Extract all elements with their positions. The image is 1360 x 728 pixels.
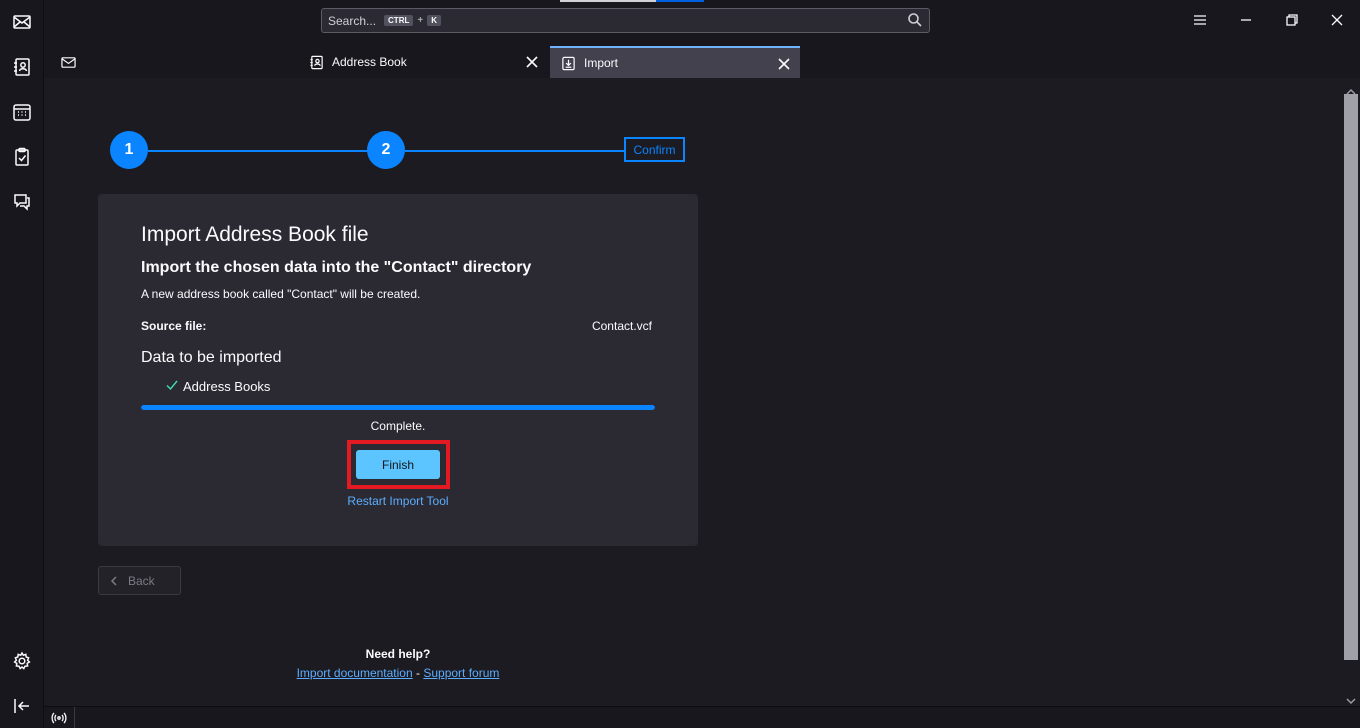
step-1: 1 [110, 131, 148, 169]
chat-icon [14, 194, 30, 211]
support-forum-link[interactable]: Support forum [423, 666, 499, 680]
shortcut-key-ctrl: CTRL [384, 15, 414, 26]
status-bar [44, 706, 1360, 728]
minimize-icon [1241, 19, 1251, 21]
collapse-toolbar-button[interactable] [8, 692, 36, 720]
title-bar: Search... CTRL + K [44, 0, 1360, 42]
mail-space-button[interactable] [8, 8, 36, 36]
stepper-line [148, 150, 368, 152]
restart-import-link[interactable]: Restart Import Tool [98, 494, 698, 508]
step-2: 2 [367, 131, 405, 169]
online-status-icon[interactable] [50, 710, 68, 726]
addressbook-tab-icon [60, 54, 76, 70]
status-text: Complete. [370, 419, 426, 433]
addressbook-icon [14, 58, 30, 76]
back-label: Back [128, 573, 155, 588]
minimize-button[interactable] [1232, 8, 1260, 32]
chat-space-button[interactable] [8, 188, 36, 216]
close-icon [1331, 14, 1343, 26]
page-title: Import Address Book file [141, 223, 369, 246]
import-item-address-books: Address Books [183, 379, 271, 394]
source-file-value: Contact.vcf [591, 319, 652, 333]
shortcut-plus: + [417, 15, 424, 26]
tab-label: Address Book [332, 55, 407, 69]
collapse-left-icon [14, 699, 29, 713]
calendar-space-button[interactable] [8, 98, 36, 126]
scrollbar[interactable] [1342, 78, 1360, 706]
import-summary-card: Import Address Book file Import the chos… [98, 194, 698, 546]
addressbook-icon [308, 54, 324, 70]
search-icon[interactable] [907, 12, 923, 28]
settings-button[interactable] [8, 647, 36, 675]
close-tab-button[interactable] [524, 54, 540, 70]
checkmark-icon [165, 377, 179, 391]
tab-bar: Address Book Import [44, 42, 1360, 78]
help-links: Import documentation - Support forum [248, 666, 548, 680]
tasks-space-button[interactable] [8, 143, 36, 171]
spaces-toolbar [0, 0, 44, 728]
app-menu-button[interactable] [1186, 8, 1214, 32]
import-documentation-link[interactable]: Import documentation [297, 666, 413, 680]
mail-icon [13, 15, 31, 29]
help-separator: - [416, 666, 420, 680]
restore-button[interactable] [1278, 8, 1306, 32]
import-subtitle: Import the chosen data into the "Contact… [141, 259, 532, 276]
search-input[interactable]: Search... CTRL + K [321, 8, 930, 33]
source-file-label: Source file: [141, 319, 207, 333]
tab-label: Import [584, 56, 619, 70]
close-icon [778, 58, 790, 70]
status-divider [74, 707, 75, 728]
step-confirm: Confirm [624, 137, 685, 162]
close-tab-button[interactable] [776, 56, 792, 72]
tab-mail[interactable] [50, 46, 296, 78]
accent-strip [560, 0, 704, 2]
import-description: A new address book called "Contact" will… [141, 287, 421, 301]
import-progress-bar [141, 405, 655, 410]
back-button[interactable]: Back [98, 566, 181, 595]
tab-address-book[interactable]: Address Book [298, 46, 548, 78]
addressbook-space-button[interactable] [8, 53, 36, 81]
progress-fill [141, 405, 655, 410]
search-placeholder: Search... [328, 13, 377, 28]
calendar-icon [13, 104, 31, 121]
finish-button[interactable]: Finish [356, 450, 440, 479]
scroll-thumb[interactable] [1344, 94, 1358, 660]
gear-icon [13, 651, 31, 670]
close-window-button[interactable] [1323, 8, 1351, 32]
data-to-import-heading: Data to be imported [141, 349, 282, 366]
tab-import[interactable]: Import [550, 46, 800, 78]
hamburger-icon [1194, 15, 1206, 25]
import-icon [560, 55, 576, 71]
chevron-left-icon [110, 575, 117, 586]
tasks-icon [15, 147, 29, 166]
scroll-down-icon[interactable] [1346, 691, 1356, 704]
restore-icon [1286, 14, 1298, 26]
help-title: Need help? [365, 647, 431, 661]
scroll-up-icon[interactable] [1346, 82, 1356, 95]
stepper-line [405, 150, 625, 152]
shortcut-key-k: K [427, 15, 441, 26]
close-icon [526, 56, 538, 68]
